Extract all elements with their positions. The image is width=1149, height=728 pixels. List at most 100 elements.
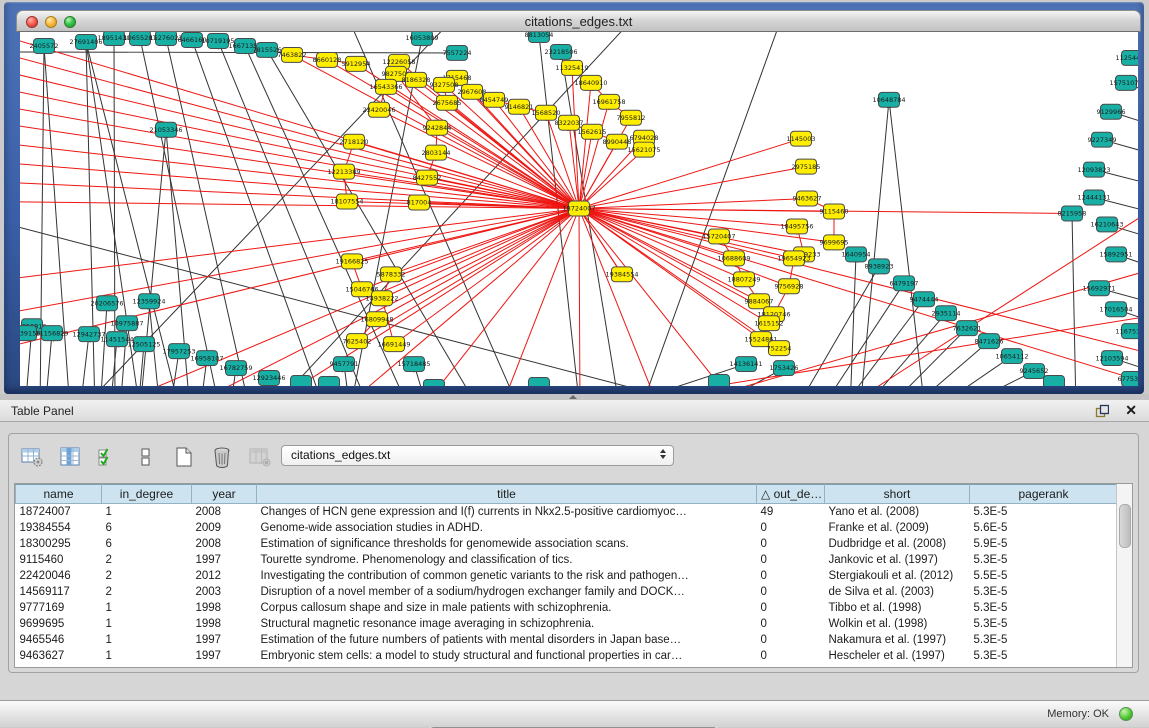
table-cell[interactable]: 1 — [102, 504, 192, 521]
table-cell[interactable]: 9465546 — [16, 632, 102, 648]
table-cell[interactable]: 0 — [757, 536, 825, 552]
row-height-icon[interactable] — [133, 445, 159, 469]
graph-node[interactable]: 2975185 — [792, 159, 821, 174]
network-window-titlebar[interactable]: citations_edges.txt — [16, 10, 1141, 32]
graph-node[interactable]: 9146821 — [505, 99, 534, 114]
graph-node[interactable]: 10648784 — [872, 92, 905, 107]
graph-node[interactable]: 15718485 — [397, 357, 430, 372]
graph-node[interactable]: 12103594 — [1095, 351, 1128, 366]
table-row[interactable]: 946362711997Embryonic stem cells: a mode… — [16, 648, 1118, 664]
column-header-title[interactable]: title — [257, 485, 757, 504]
table-cell[interactable]: 5.3E-5 — [970, 552, 1118, 568]
table-cell[interactable]: 0 — [757, 616, 825, 632]
table-cell[interactable]: Genome-wide association studies in ADHD. — [257, 520, 757, 536]
graph-node[interactable]: 1753426 — [770, 361, 799, 376]
table-cell[interactable]: 18300295 — [16, 536, 102, 552]
table-row[interactable]: 969969511998Structural magnetic resonanc… — [16, 616, 1118, 632]
table-cell[interactable]: Estimation of significance thresholds fo… — [257, 536, 757, 552]
table-cell[interactable]: Wolkin et al. (1998) — [825, 616, 970, 632]
graph-edge[interactable] — [850, 254, 856, 386]
graph-node[interactable]: 8186328 — [402, 72, 431, 87]
graph-node[interactable]: 9227349 — [1088, 132, 1117, 147]
graph-node[interactable] — [291, 376, 312, 386]
table-row[interactable]: 911546021997Tourette syndrome. Phenomeno… — [16, 552, 1118, 568]
graph-node[interactable]: 2803144 — [422, 145, 451, 160]
graph-edge[interactable] — [579, 209, 580, 386]
graph-node[interactable]: 9457791 — [330, 357, 359, 372]
column-header-short[interactable]: short — [825, 485, 970, 504]
table-cell[interactable]: 22420046 — [16, 568, 102, 584]
graph-node[interactable]: 7632621 — [953, 321, 982, 336]
table-cell[interactable]: 9463627 — [16, 648, 102, 664]
table-cell[interactable]: 49 — [757, 504, 825, 521]
graph-edge[interactable] — [394, 209, 579, 345]
table-cell[interactable]: 5.3E-5 — [970, 632, 1118, 648]
graph-node[interactable]: 9115460 — [820, 204, 849, 219]
graph-node[interactable]: 23218506 — [544, 44, 577, 59]
graph-edge[interactable] — [579, 199, 807, 209]
graph-node[interactable]: 15621075 — [627, 142, 660, 157]
graph-node[interactable]: 1640954 — [842, 247, 871, 262]
graph-node[interactable]: 19384554 — [605, 267, 638, 282]
table-cell[interactable]: Stergiakouli et al. (2012) — [825, 568, 970, 584]
graph-node[interactable]: 12923446 — [252, 371, 285, 386]
graph-node[interactable]: 17016504 — [1099, 302, 1132, 317]
table-cell[interactable]: 2008 — [192, 504, 257, 521]
graph-node[interactable]: 15692971 — [1082, 281, 1115, 296]
table-cell[interactable]: 14569117 — [16, 584, 102, 600]
graph-node[interactable]: 15751074 — [1109, 75, 1138, 90]
table-cell[interactable]: 2003 — [192, 584, 257, 600]
graph-edge[interactable] — [908, 341, 989, 386]
graph-node[interactable]: 18495756 — [780, 219, 813, 234]
table-cell[interactable]: Changes of HCN gene expression and I(f) … — [257, 504, 757, 521]
table-cell[interactable]: 2 — [102, 584, 192, 600]
table-cell[interactable]: 1998 — [192, 616, 257, 632]
table-cell[interactable]: 1 — [102, 600, 192, 616]
graph-node[interactable]: 10688609 — [717, 251, 750, 266]
close-panel-icon[interactable]: ✕ — [1125, 402, 1137, 419]
table-cell[interactable]: 5.3E-5 — [970, 600, 1118, 616]
graph-node[interactable]: 1145003 — [787, 131, 816, 146]
table-cell[interactable]: Yano et al. (2008) — [825, 504, 970, 521]
graph-node[interactable]: 9129966 — [1097, 104, 1126, 119]
graph-node[interactable]: 9242844 — [423, 120, 452, 135]
graph-node[interactable]: 12359924 — [132, 294, 165, 309]
table-cell[interactable]: 5.3E-5 — [970, 648, 1118, 664]
graph-node[interactable]: 16210643 — [1090, 217, 1123, 232]
graph-edge[interactable] — [579, 209, 719, 237]
table-scrollbar-thumb[interactable] — [1119, 504, 1131, 548]
graph-edge[interactable] — [20, 162, 579, 209]
column-header-name[interactable]: name — [16, 485, 102, 504]
column-header-pagerank[interactable]: pagerank — [970, 485, 1118, 504]
graph-edge[interactable] — [579, 209, 794, 259]
table-cell[interactable]: Estimation of the future numbers of pati… — [257, 632, 757, 648]
table-cell[interactable]: Corpus callosum shape and size in male p… — [257, 600, 757, 616]
network-canvas[interactable]: 2405572276914061895143010655287152760216… — [20, 32, 1138, 386]
graph-edge[interactable] — [932, 356, 1012, 386]
table-cell[interactable]: Franke et al. (2009) — [825, 520, 970, 536]
graph-node[interactable]: 6479197 — [890, 276, 919, 291]
table-row[interactable]: 1830029562008Estimation of significance … — [16, 536, 1118, 552]
table-row[interactable]: 977716911998Corpus callosum shape and si… — [16, 600, 1118, 616]
graph-node[interactable]: 7955812 — [617, 110, 646, 125]
table-cell[interactable]: 0 — [757, 600, 825, 616]
column-header-in_degree[interactable]: in_degree — [102, 485, 192, 504]
column-header-year[interactable]: year — [192, 485, 257, 504]
graph-node[interactable]: 10654112 — [995, 349, 1028, 364]
table-row[interactable]: 946554611997Estimation of the future num… — [16, 632, 1118, 648]
graph-node[interactable]: 15720407 — [702, 229, 735, 244]
graph-node[interactable]: 11254498 — [1115, 50, 1138, 65]
graph-node[interactable]: 14136141 — [729, 357, 762, 372]
new-table-icon[interactable] — [171, 445, 197, 469]
table-cell[interactable]: 18724007 — [16, 504, 102, 521]
table-cell[interactable]: 9777169 — [16, 600, 102, 616]
graph-node[interactable]: 1615152 — [755, 316, 784, 331]
graph-node[interactable]: 16961758 — [592, 94, 625, 109]
column-header-out_de[interactable]: △ out_de… — [757, 485, 825, 504]
graph-node[interactable]: 5878332 — [377, 267, 406, 282]
table-cell[interactable]: Tibbo et al. (1998) — [825, 600, 970, 616]
table-cell[interactable]: 5.9E-5 — [970, 536, 1118, 552]
table-cell[interactable]: 2009 — [192, 520, 257, 536]
select-columns-icon[interactable] — [57, 445, 83, 469]
graph-edge[interactable] — [20, 142, 579, 209]
